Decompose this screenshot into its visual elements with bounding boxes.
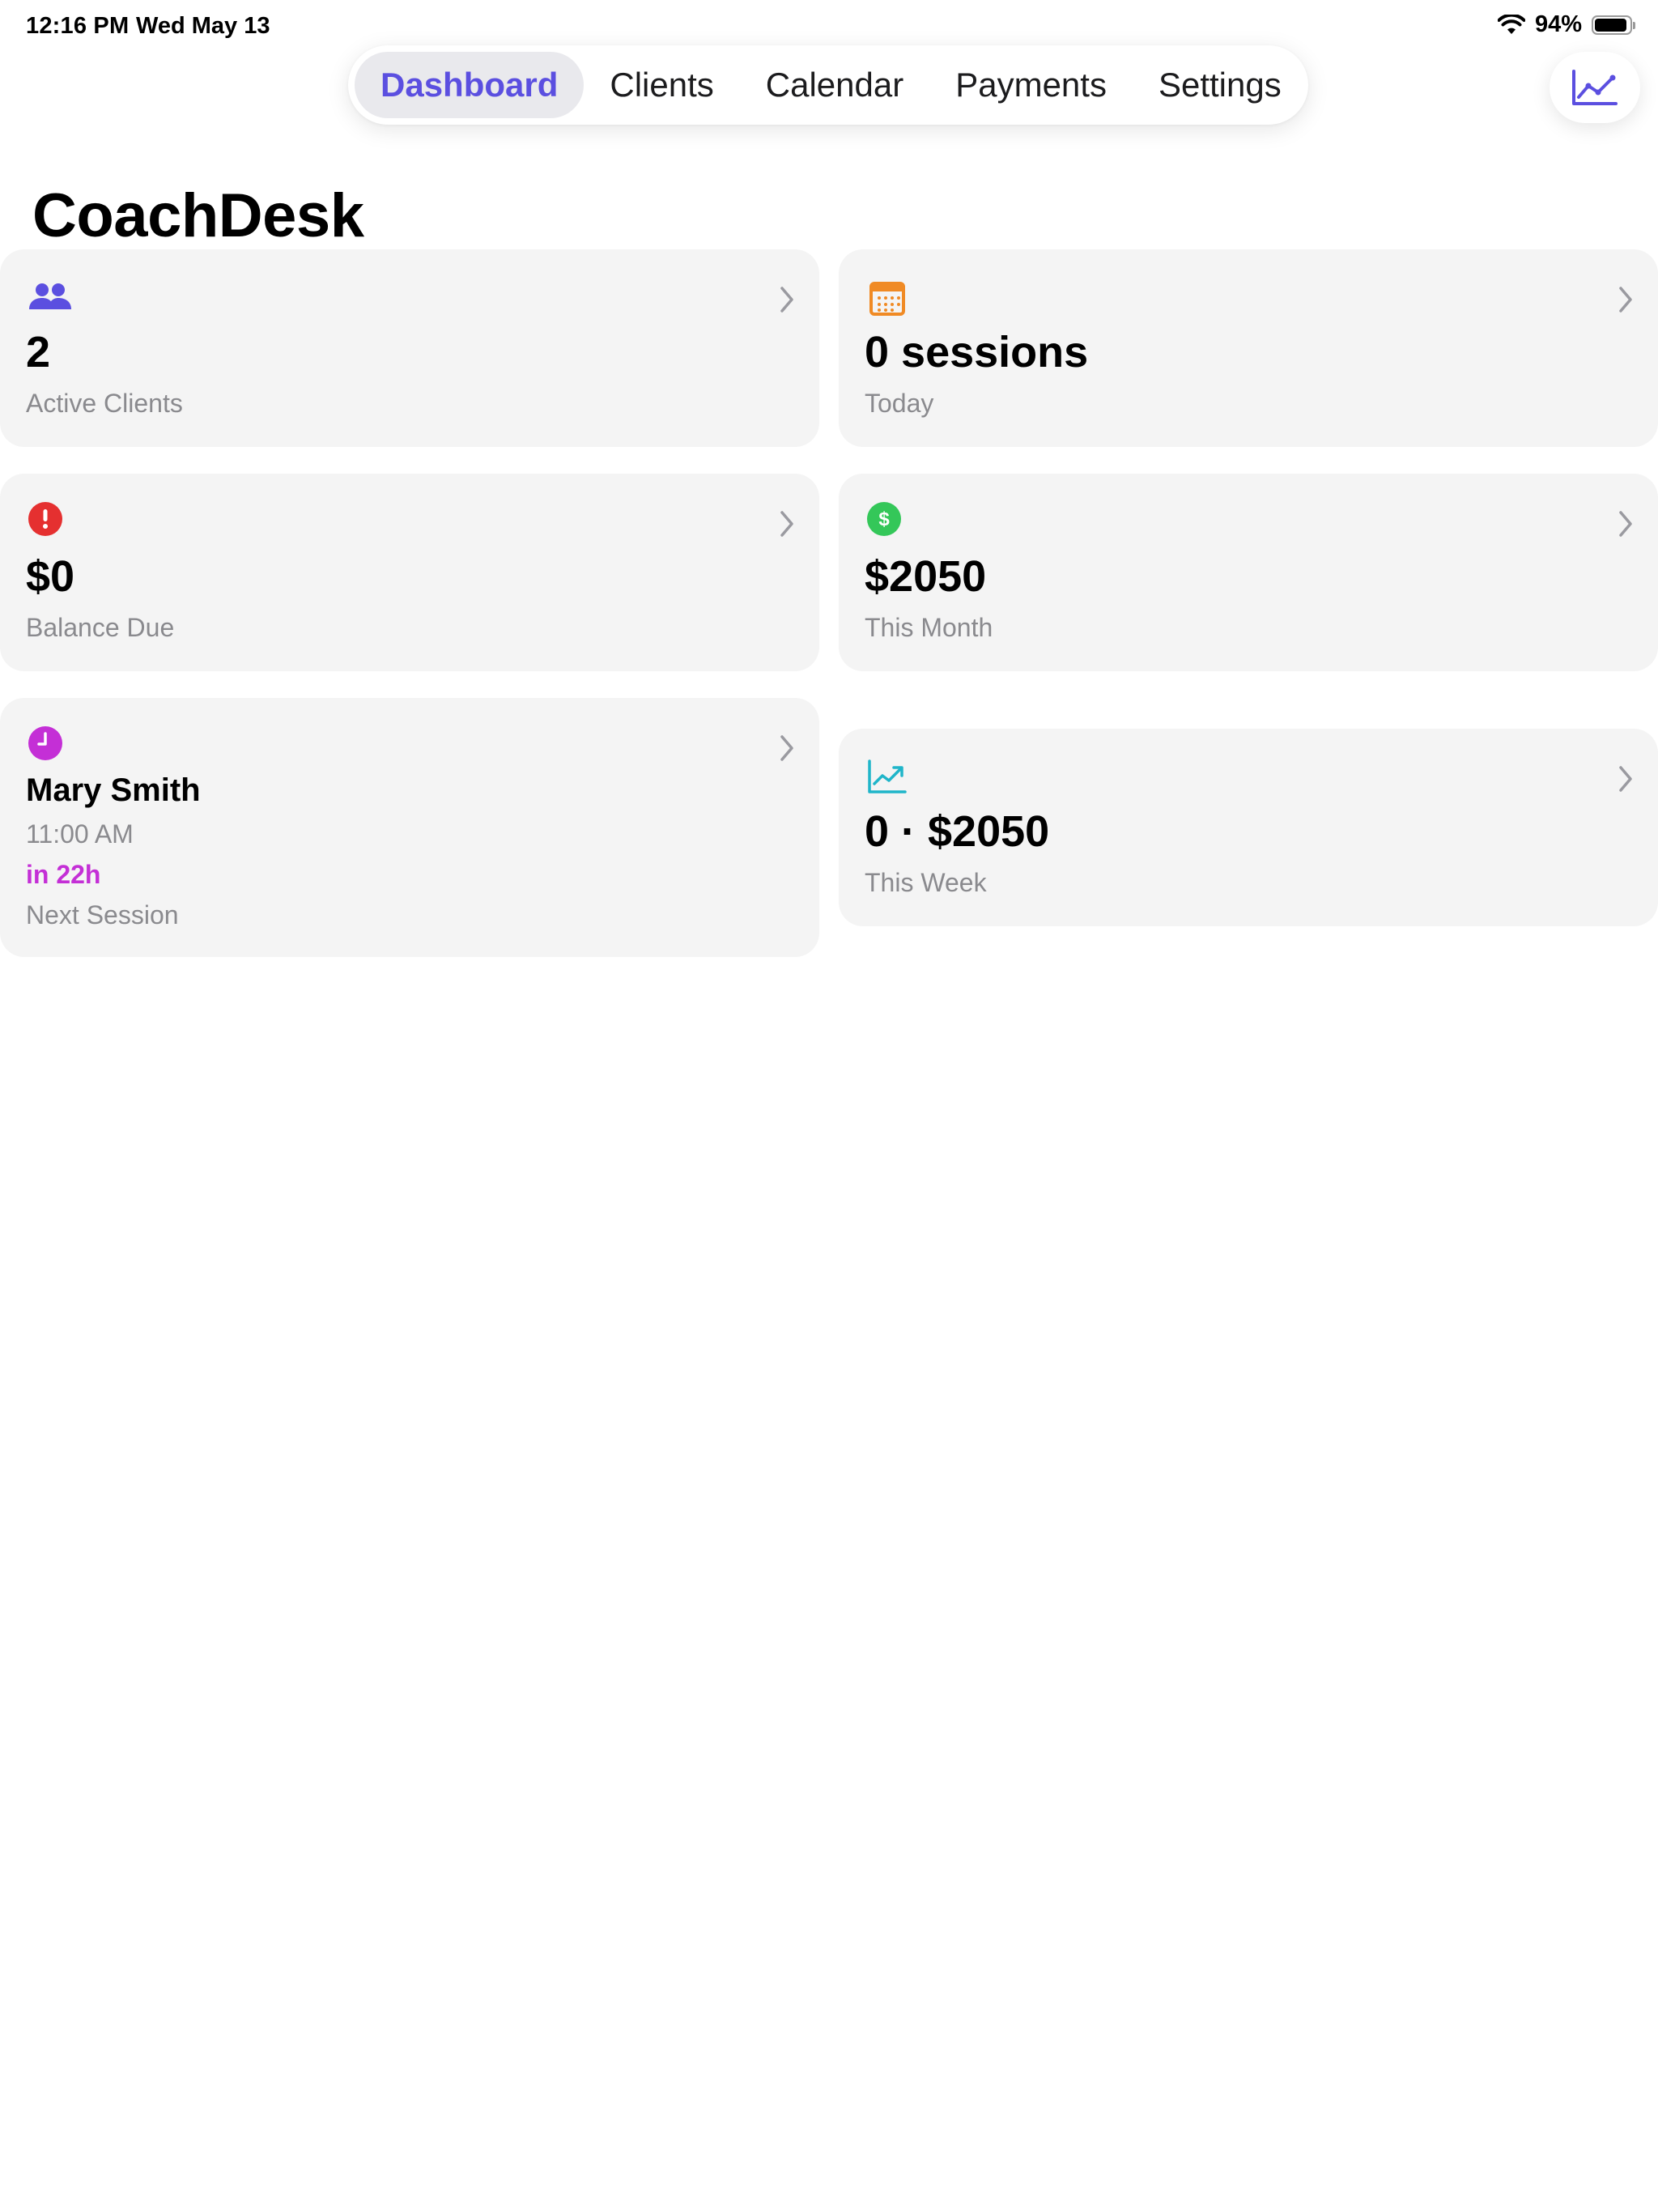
this-week-card[interactable]: 0 · $2050 This Week	[839, 729, 1658, 926]
tab-dashboard[interactable]: Dashboard	[355, 52, 585, 118]
tab-bar: Dashboard Clients Calendar Payments Sett…	[348, 45, 1308, 125]
battery-fill	[1595, 18, 1627, 32]
this-week-label: This Week	[865, 868, 987, 897]
sessions-today-value: 0 sessions	[865, 328, 1089, 376]
chevron-right-icon	[780, 511, 793, 537]
chevron-right-icon	[780, 735, 793, 761]
next-session-countdown: in 22h	[26, 860, 101, 889]
next-session-time: 11:00 AM	[26, 819, 134, 849]
chart-uptrend-icon	[868, 759, 907, 793]
calendar-icon	[869, 282, 905, 316]
chevron-right-icon	[1619, 287, 1632, 313]
this-month-value: $2050	[865, 552, 987, 601]
active-clients-card[interactable]: 2 Active Clients	[0, 249, 819, 447]
chart-line-uptrend-icon	[1572, 70, 1618, 105]
next-session-label: Next Session	[26, 900, 179, 929]
status-date: Wed May 13	[136, 13, 270, 39]
clock-icon	[28, 726, 62, 760]
page-title: CoachDesk	[32, 181, 364, 250]
next-session-client-name: Mary Smith	[26, 772, 201, 808]
sessions-today-label: Today	[865, 389, 934, 418]
battery-icon	[1592, 15, 1635, 35]
this-month-label: This Month	[865, 613, 993, 642]
status-bar: 12:16 PM Wed May 13 94%	[0, 0, 1658, 52]
active-clients-label: Active Clients	[26, 389, 183, 418]
chevron-right-icon	[780, 287, 793, 313]
next-session-card[interactable]: Mary Smith 11:00 AM in 22h Next Session	[0, 698, 819, 957]
balance-due-label: Balance Due	[26, 613, 175, 642]
battery-percent: 94%	[1534, 11, 1582, 37]
this-month-card[interactable]: $ $2050 This Month	[839, 474, 1658, 671]
this-week-value: 0 · $2050	[865, 807, 1050, 856]
people-icon	[29, 283, 71, 309]
chevron-right-icon	[1619, 766, 1632, 792]
balance-due-card[interactable]: $0 Balance Due	[0, 474, 819, 671]
status-time: 12:16 PM	[26, 13, 130, 39]
tab-calendar[interactable]: Calendar	[740, 52, 929, 118]
status-indicators: 94%	[1497, 11, 1635, 38]
analytics-button[interactable]	[1550, 52, 1640, 123]
active-clients-value: 2	[26, 328, 51, 376]
wifi-icon	[1497, 14, 1525, 36]
dollar-circle-icon: $	[867, 502, 901, 536]
tab-payments[interactable]: Payments	[929, 52, 1133, 118]
tab-clients[interactable]: Clients	[584, 52, 739, 118]
svg-text:$: $	[878, 508, 890, 530]
chevron-right-icon	[1619, 511, 1632, 537]
sessions-today-card[interactable]: 0 sessions Today	[839, 249, 1658, 447]
balance-due-value: $0	[26, 552, 75, 601]
tab-settings[interactable]: Settings	[1133, 52, 1307, 118]
exclamation-circle-icon	[28, 502, 62, 536]
